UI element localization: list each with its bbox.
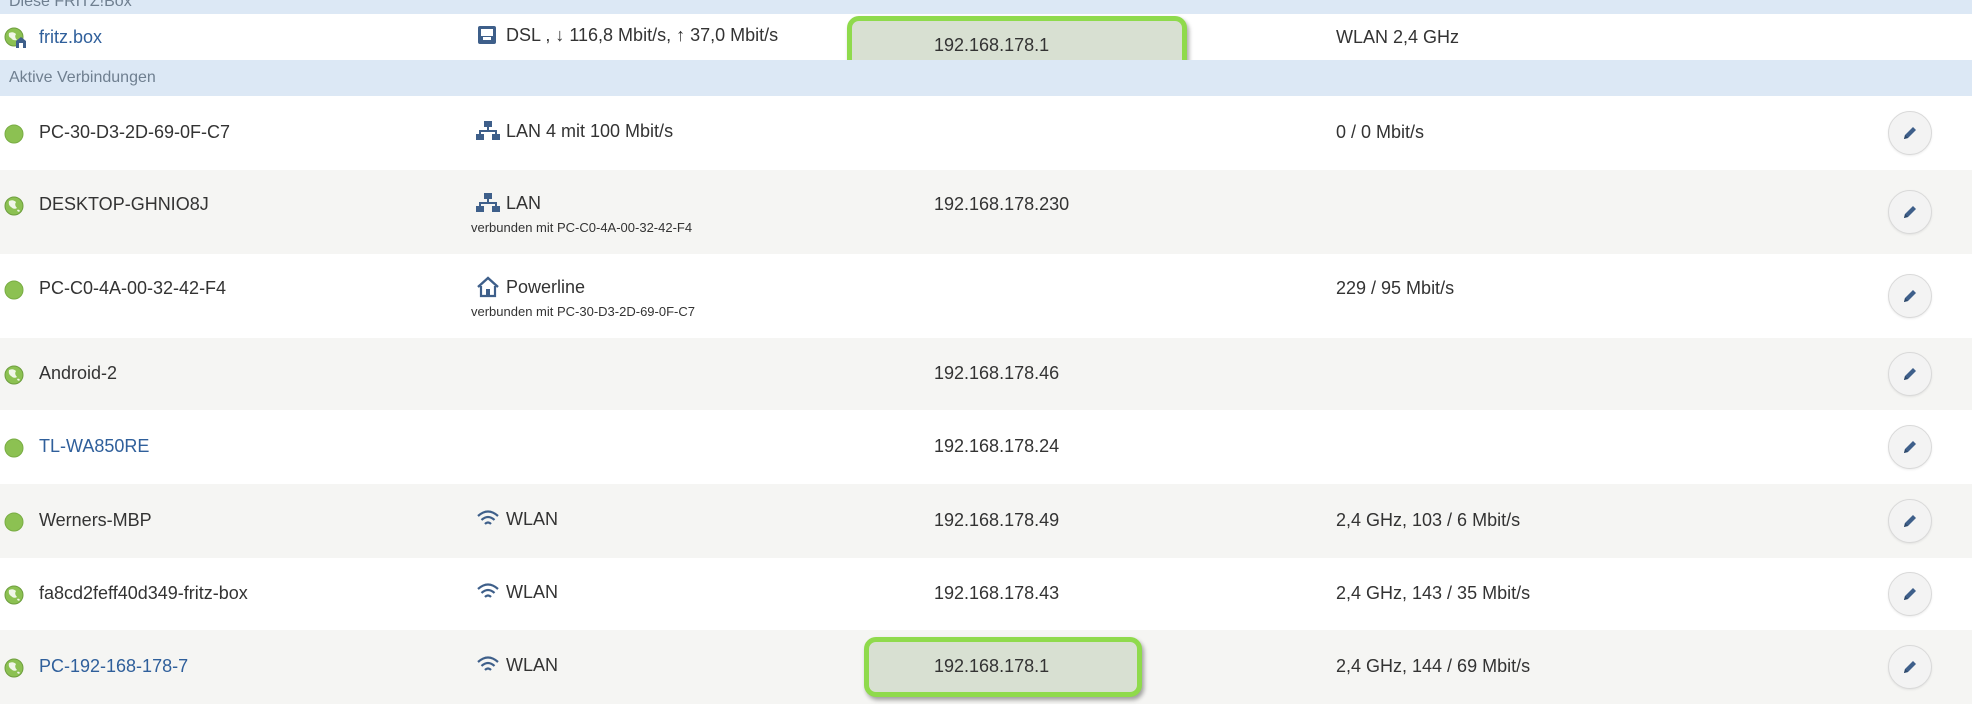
dsl-modem-icon [476,24,500,46]
device-name-link[interactable]: fritz.box [39,27,102,48]
device-row: DESKTOP-GHNIO8J LAN verbunden mit PC-C0-4A… [0,170,1972,254]
wifi-icon [476,508,500,530]
connection-label: WLAN [506,508,559,529]
connection-info: WLAN [476,581,558,603]
pencil-icon [1901,287,1919,305]
pencil-icon [1901,365,1919,383]
connection-info: LAN [476,192,541,214]
globe-icon [4,365,24,385]
connection-label: DSL , ↓ 116,8 Mbit/s, ↑ 37,0 Mbit/s [506,24,779,45]
green-dot-icon [4,438,24,458]
edit-device-button[interactable] [1888,352,1932,396]
device-name: Werners-MBP [39,510,152,530]
fritzbox-row: fritz.box DSL , ↓ 116,8 Mbit/s, ↑ 37,0 M… [0,14,1972,74]
connection-label: WLAN [506,581,559,602]
pencil-icon [1901,512,1919,530]
edit-device-button[interactable] [1888,111,1932,155]
connection-detail: verbunden mit PC-C0-4A-00-32-42-F4 [471,220,693,235]
device-name: DESKTOP-GHNIO8J [39,194,209,214]
home-network-device-list: Diese FRITZ!Box fritz.box DSL , ↓ 116,8 … [0,0,1972,714]
properties: 229 / 95 Mbit/s [1336,278,1455,298]
pencil-icon [1901,658,1919,676]
pencil-icon [1901,203,1919,221]
properties: 2,4 GHz, 143 / 35 Mbit/s [1336,583,1531,603]
device-name: PC-30-D3-2D-69-0F-C7 [39,122,231,142]
properties: 0 / 0 Mbit/s [1336,122,1425,142]
ip-address: 192.168.178.46 [934,363,1060,383]
ip-address: 192.168.178.1 [934,656,1050,676]
connection-label: Powerline [506,276,586,297]
connection-info: WLAN [476,654,558,676]
edit-device-button[interactable] [1888,645,1932,689]
device-row: fa8cd2feff40d349-fritz-box WLAN 192.168.17… [0,558,1972,630]
globe-icon [4,658,24,678]
connection-label: WLAN [506,654,559,675]
device-row: Android-2 192.168.178.46 [0,338,1972,410]
connection-info: Powerline [476,276,585,298]
wifi-icon [476,581,500,603]
edit-device-button[interactable] [1888,425,1932,469]
connection-label: LAN 4 mit 100 Mbit/s [506,120,674,141]
connection-info: LAN 4 mit 100 Mbit/s [476,120,673,142]
device-name-link[interactable]: PC-192-168-178-7 [39,656,188,677]
ip-address: 192.168.178.49 [934,510,1060,530]
section-header-active: Aktive Verbindungen [0,60,1972,96]
edit-device-button[interactable] [1888,190,1932,234]
green-dot-icon [4,280,24,300]
properties: 2,4 GHz, 103 / 6 Mbit/s [1336,510,1521,530]
properties: WLAN 2,4 GHz [1336,27,1460,47]
section-title: Aktive Verbindungen [9,69,156,86]
edit-device-button[interactable] [1888,499,1932,543]
ip-address: 192.168.178.43 [934,583,1060,603]
green-dot-icon [4,124,24,144]
connection-info: WLAN [476,508,558,530]
pencil-icon [1901,585,1919,603]
lan-network-icon [476,192,500,214]
device-row: PC-30-D3-2D-69-0F-C7 LAN 4 mit 100 Mbit/s… [0,96,1972,170]
section-title: Diese FRITZ!Box [9,0,132,10]
pencil-icon [1901,438,1919,456]
globe-icon [4,196,24,216]
device-row: Werners-MBP WLAN 192.168.178.49 2,4 GHz, 10… [0,484,1972,558]
globe-icon [4,585,24,605]
lan-network-icon [476,120,500,142]
edit-device-button[interactable] [1888,572,1932,616]
ip-address: 192.168.178.230 [934,194,1070,214]
powerline-house-icon [476,276,500,298]
device-name: Android-2 [39,363,118,383]
device-row: TL-WA850RE 192.168.178.24 [0,410,1972,484]
connection-info: DSL , ↓ 116,8 Mbit/s, ↑ 37,0 Mbit/s [476,24,778,46]
device-row: PC-C0-4A-00-32-42-F4 Powerline verbunden m… [0,254,1972,338]
device-name-link[interactable]: TL-WA850RE [39,436,149,457]
connection-detail: verbunden mit PC-30-D3-2D-69-0F-C7 [471,304,695,319]
globe-home-icon [4,27,26,48]
properties: 2,4 GHz, 144 / 69 Mbit/s [1336,656,1531,676]
wifi-icon [476,654,500,676]
section-header-this-box: Diese FRITZ!Box [0,0,1972,14]
device-row: PC-192-168-178-7 WLAN 192.168.178.1 2,4 GHz… [0,630,1972,704]
device-name: fa8cd2feff40d349-fritz-box [39,583,248,603]
green-dot-icon [4,512,24,532]
pencil-icon [1901,124,1919,142]
edit-device-button[interactable] [1888,274,1932,318]
device-name: PC-C0-4A-00-32-42-F4 [39,278,227,298]
connection-label: LAN [506,192,542,213]
ip-address: 192.168.178.1 [934,35,1050,55]
ip-address: 192.168.178.24 [934,436,1060,456]
